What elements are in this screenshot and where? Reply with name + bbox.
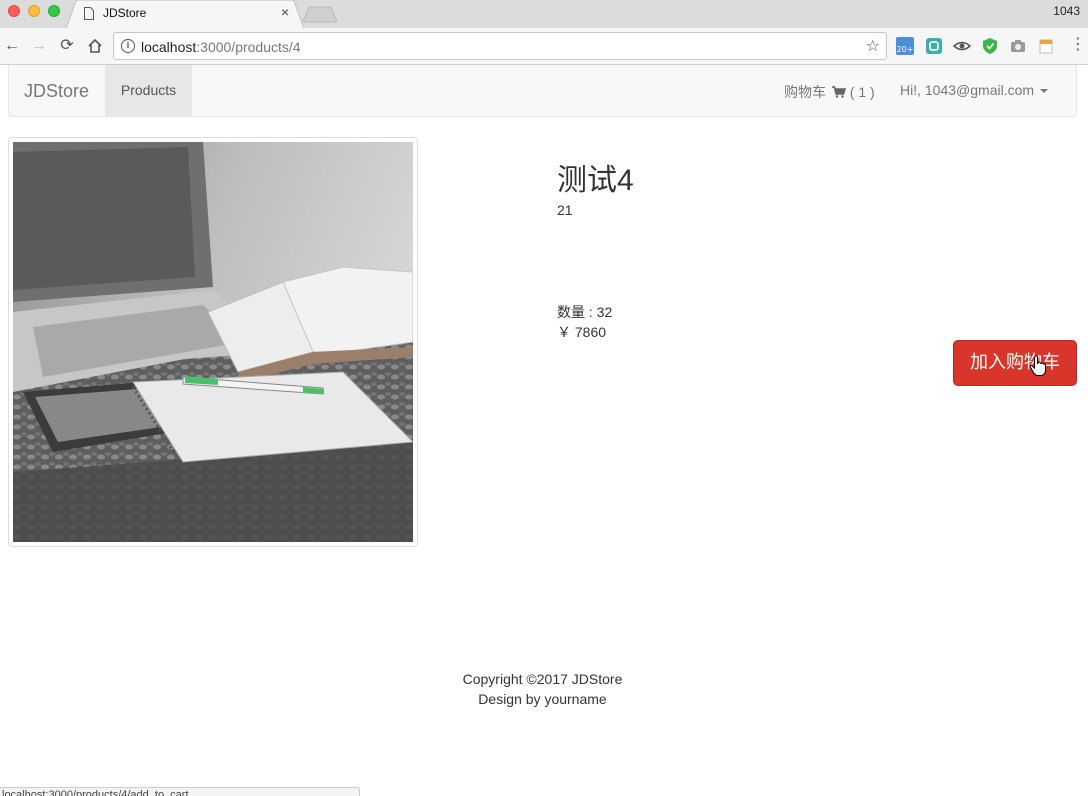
- brand-link[interactable]: JDStore: [24, 81, 89, 102]
- forward-arrow-icon[interactable]: →: [30, 37, 48, 55]
- product-price: ￥ 7860: [557, 324, 607, 340]
- close-window-button[interactable]: [8, 5, 20, 17]
- url-host: localhost: [141, 39, 197, 55]
- page-icon: [84, 7, 94, 20]
- home-icon[interactable]: [86, 37, 104, 55]
- product-description: 21: [557, 202, 573, 218]
- user-dropdown[interactable]: Hi!, 1043@gmail.com: [900, 82, 1049, 98]
- address-bar[interactable]: i localhost:3000/products/4 ☆: [113, 32, 887, 60]
- product-image: [13, 142, 413, 542]
- shopping-cart-icon: [831, 86, 846, 98]
- cart-count: ( 1 ): [849, 84, 875, 100]
- svg-text:20+: 20+: [897, 45, 914, 54]
- url-path: :3000/products/4: [196, 39, 301, 55]
- profile-badge[interactable]: 1043: [1053, 4, 1080, 18]
- footer-copyright: Copyright ©2017 JDStore: [462, 671, 623, 687]
- add-to-cart-button[interactable]: 加入购物车: [953, 340, 1077, 386]
- user-greeting: Hi!, 1043@gmail.com: [900, 82, 1035, 98]
- browser-tab[interactable]: [66, 0, 304, 29]
- extension-teal-icon[interactable]: [924, 36, 944, 56]
- back-arrow-icon[interactable]: ←: [3, 37, 21, 55]
- product-quantity: 数量 : 32: [557, 304, 613, 320]
- tab-close-icon[interactable]: ×: [281, 4, 289, 20]
- browser-menu-icon[interactable]: ⋮: [1070, 37, 1086, 53]
- hand-cursor-icon: [1029, 355, 1046, 376]
- minimize-window-button[interactable]: [28, 5, 40, 17]
- site-navbar: JDStore Products 购物车 ( 1 ) Hi!, 1043@gma…: [8, 65, 1077, 117]
- extension-badge-icon[interactable]: 20+: [895, 36, 915, 56]
- eye-icon[interactable]: [952, 36, 972, 56]
- shield-icon[interactable]: [980, 36, 1000, 56]
- footer: Copyright ©2017 JDStore Design by yourna…: [0, 669, 1085, 709]
- caret-down-icon: [1040, 89, 1049, 94]
- browser-tab-strip: JDStore × 1043: [0, 0, 1088, 29]
- maximize-window-button[interactable]: [48, 5, 60, 17]
- browser-toolbar: ← → ⟳ i localhost:3000/products/4 ☆ 20+ …: [0, 28, 1088, 65]
- new-tab-button[interactable]: [303, 6, 337, 23]
- info-icon[interactable]: i: [121, 39, 135, 53]
- camera-icon[interactable]: [1008, 36, 1028, 56]
- cart-link[interactable]: 购物车 ( 1 ): [784, 82, 875, 102]
- cart-label: 购物车: [784, 84, 826, 100]
- bookmark-star-icon[interactable]: ☆: [866, 36, 880, 56]
- product-title: 测试4: [557, 164, 634, 197]
- status-bar-url: localhost:3000/products/4/add_to_cart: [0, 787, 360, 796]
- footer-design: Design by yourname: [478, 691, 607, 707]
- tab-title: JDStore: [103, 6, 147, 20]
- reload-icon[interactable]: ⟳: [58, 37, 76, 55]
- calendar-icon[interactable]: [1036, 36, 1056, 56]
- product-image-frame: [8, 137, 418, 547]
- url-text[interactable]: localhost:3000/products/4: [141, 39, 301, 55]
- nav-products-link[interactable]: Products: [105, 65, 192, 116]
